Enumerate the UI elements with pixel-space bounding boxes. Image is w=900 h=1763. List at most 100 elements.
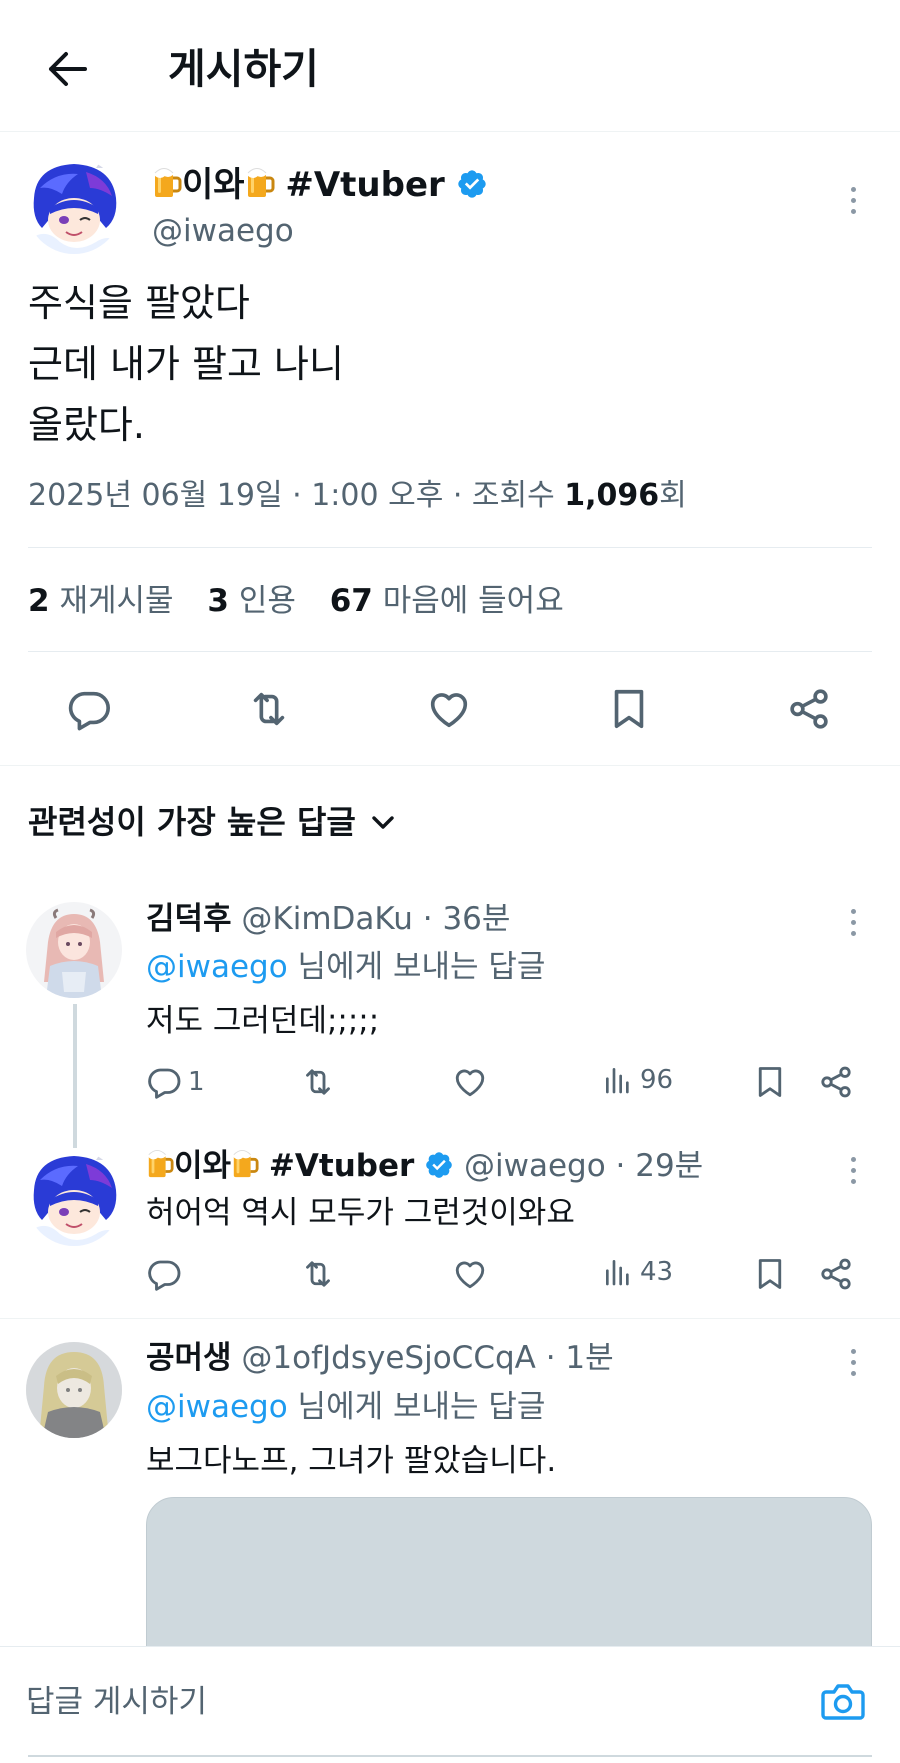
more-dots-icon[interactable] [836,1340,870,1384]
reply-icon [66,686,112,732]
bookmark-icon [606,686,652,732]
page-title: 게시하기 [168,45,319,93]
beer-mug-icon [152,166,182,200]
replies-sort-label: 관련성이 가장 높은 답글 [28,803,356,841]
beer-mug-icon [231,1148,259,1180]
reply-count: 1 [188,1067,205,1097]
views-icon [602,1064,634,1096]
reply-time[interactable]: 29분 [635,1148,703,1184]
more-dots-icon[interactable] [836,178,870,222]
replies-sort-dropdown[interactable]: 관련성이 가장 높은 답글 [28,800,396,844]
like-button[interactable] [452,1064,488,1100]
repost-icon [246,686,292,732]
reposts-count: 2 [28,583,50,619]
bookmark-button[interactable] [752,1256,788,1292]
post-stats: 2 재게시물 3 인용 67 마음에 들어요 [28,579,564,623]
author-name-tag: #Vtuber [285,165,445,205]
reply-icon [146,1064,182,1100]
views-count: 1,096 [564,478,660,513]
like-button[interactable] [426,686,472,732]
thread-line [73,1004,77,1148]
post-meta: 2025년 06월 19일 · 1:00 오후 · 조회수 1,096회 [28,478,687,513]
more-dots-icon[interactable] [836,1148,870,1192]
quotes-label: 인용 [238,583,296,619]
share-icon [818,1064,854,1100]
views-suffix: 회 [659,478,687,513]
reply-author-handle[interactable]: @KimDaKu [241,901,412,937]
like-button[interactable] [452,1256,488,1292]
like-icon [452,1256,488,1292]
avatar[interactable] [26,158,122,254]
back-arrow-icon[interactable] [38,44,96,94]
quotes-stat[interactable]: 3 인용 [207,583,295,619]
reply-text: 허어억 역시 모두가 그런것이와요 [146,1195,575,1231]
reply-button[interactable] [66,686,112,732]
divider [28,651,872,652]
reply-author-handle[interactable]: @iwaego [464,1148,606,1184]
reply-author-name[interactable]: 공머생 [146,1340,232,1376]
post-date: 2025년 06월 19일 [28,478,283,513]
reply-author-handle[interactable]: @1ofJdsyeSjoCCqA [241,1340,535,1376]
views-button[interactable]: 43 [602,1256,673,1288]
author-name[interactable]: 이와 #Vtuber [152,163,488,207]
share-button[interactable] [818,1256,854,1292]
reply-icon [146,1256,182,1292]
post-body-line: 주식을 팔았다 [28,281,250,325]
replying-to-handle[interactable]: @iwaego [146,1389,288,1425]
reply-time[interactable]: 1분 [565,1340,613,1376]
chevron-down-icon [372,816,394,829]
reposts-stat[interactable]: 2 재게시물 [28,583,174,619]
replying-to-handle[interactable]: @iwaego [146,949,288,985]
reply-author-name[interactable]: 김덕후 [146,901,232,937]
quotes-count: 3 [207,583,229,619]
bookmark-button[interactable] [752,1064,788,1100]
share-icon [786,686,832,732]
reply-button[interactable] [146,1256,182,1292]
divider [28,547,872,548]
avatar[interactable] [26,1150,122,1246]
camera-icon[interactable] [818,1677,868,1727]
repost-button[interactable] [300,1064,336,1100]
reposts-label: 재게시물 [59,583,174,619]
replying-to: @iwaego 님에게 보내는 답글 [146,1384,545,1430]
repost-button[interactable] [246,686,292,732]
reply-text: 저도 그러던데;;;;; [146,1003,380,1039]
reply-input[interactable] [26,1677,786,1727]
author-name-text: 이와 [182,165,245,205]
views-button[interactable]: 96 [602,1064,673,1096]
bookmark-button[interactable] [606,686,652,732]
reply-header: 이와 #Vtuber @iwaego · 29분 [146,1143,703,1189]
like-icon [426,686,472,732]
replying-to-suffix: 님에게 보내는 답글 [297,1389,546,1425]
like-icon [452,1064,488,1100]
divider [0,1318,900,1319]
repost-button[interactable] [300,1256,336,1292]
share-button[interactable] [786,686,832,732]
bookmark-icon [752,1256,788,1292]
reply-header: 공머생 @1ofJdsyeSjoCCqA · 1분 [146,1340,614,1376]
reply-author-tag[interactable]: #Vtuber [269,1148,414,1184]
reply-author-name[interactable]: 이와 [174,1148,231,1184]
more-dots-icon[interactable] [836,900,870,944]
likes-stat[interactable]: 67 마음에 들어요 [330,583,564,619]
author-handle[interactable]: @iwaego [152,210,294,252]
reply-time[interactable]: 36분 [442,901,510,937]
post-body-line: 올랐다. [28,403,145,447]
replying-to: @iwaego 님에게 보내는 답글 [146,944,545,990]
avatar[interactable] [26,902,122,998]
verified-badge-icon [456,168,488,200]
post-body: 주식을 팔았다 근데 내가 팔고 나니 올랐다. [28,273,344,456]
reply-header: 김덕후 @KimDaKu · 36분 [146,901,511,937]
repost-icon [300,1256,336,1292]
bookmark-icon [752,1064,788,1100]
likes-label: 마음에 들어요 [382,583,564,619]
reply-button[interactable]: 1 [146,1064,205,1100]
divider [0,765,900,766]
views-count: 43 [640,1257,674,1287]
top-bar: 게시하기 [0,0,900,132]
reply-text: 보그다노프, 그녀가 팔았습니다. [146,1443,557,1479]
reply-composer [0,1646,900,1763]
views-count: 96 [640,1065,674,1095]
avatar[interactable] [26,1342,122,1438]
share-button[interactable] [818,1064,854,1100]
